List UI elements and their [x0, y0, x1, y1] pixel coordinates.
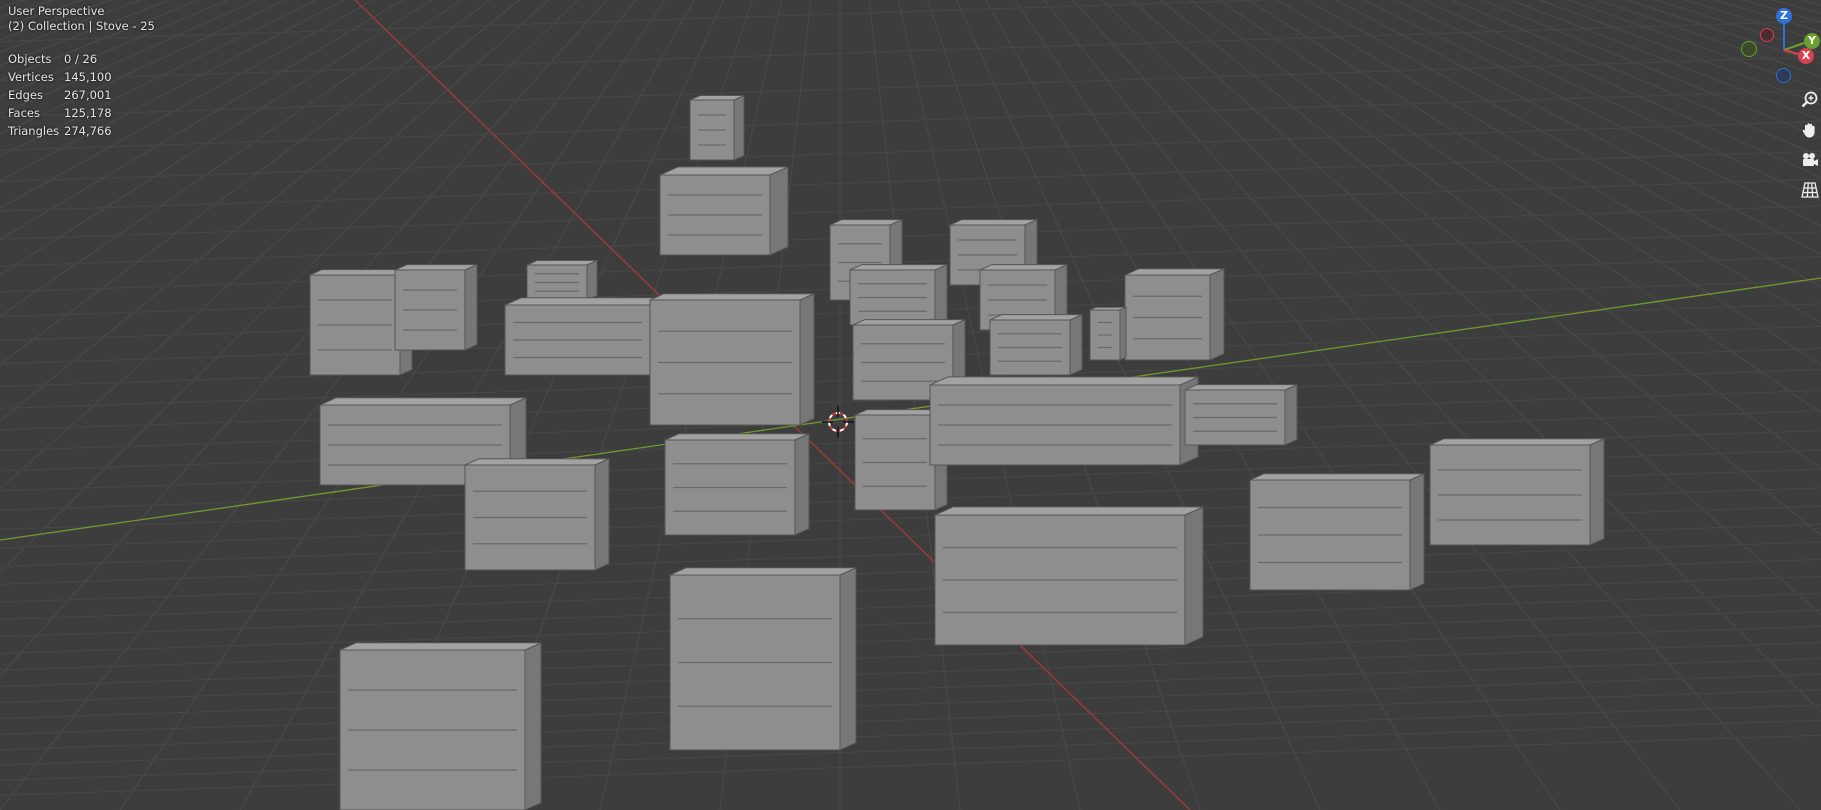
stove-object[interactable] — [689, 94, 745, 161]
stove-object[interactable] — [649, 292, 815, 426]
stove-object[interactable] — [669, 567, 857, 751]
stat-value: 125,178 — [64, 105, 112, 120]
floor-grid — [0, 0, 1821, 810]
stove-object[interactable] — [929, 376, 1199, 466]
collection-line: (2) Collection | Stove - 25 — [8, 19, 155, 33]
stove-object[interactable] — [989, 313, 1083, 376]
3d-cursor-icon[interactable] — [822, 406, 854, 438]
navigation-gizmo[interactable]: Z Y X — [1738, 6, 1820, 86]
gizmo-neg-x-axis[interactable] — [1760, 28, 1774, 42]
stat-value: 0 / 26 — [64, 51, 98, 66]
stove-object[interactable] — [1184, 383, 1298, 446]
gizmo-neg-z-axis[interactable] — [1776, 68, 1791, 83]
stove-object[interactable] — [1089, 306, 1127, 361]
stat-label: Vertices — [8, 69, 54, 84]
view-name: User Perspective — [8, 4, 105, 18]
stat-value: 267,001 — [64, 87, 112, 102]
stat-value: 145,100 — [64, 69, 112, 84]
stat-row-objects: Objects 0 / 26 — [8, 50, 112, 68]
hand-pan-icon[interactable] — [1797, 117, 1821, 143]
scene-statistics: Objects 0 / 26 Vertices 145,100 Edges 267,0… — [8, 50, 112, 140]
3d-viewport[interactable]: User Perspective (2) Collection | Stove … — [0, 0, 1821, 810]
gizmo-z-axis[interactable]: Z — [1776, 8, 1792, 24]
gizmo-y-axis[interactable]: Y — [1804, 33, 1820, 49]
stove-object[interactable] — [659, 166, 789, 256]
view-info: User Perspective (2) Collection | Stove … — [8, 4, 155, 34]
stove-object[interactable] — [394, 263, 478, 351]
stove-object[interactable] — [464, 457, 610, 571]
stove-object[interactable] — [1429, 437, 1605, 546]
stove-object[interactable] — [504, 297, 667, 376]
stove-object[interactable] — [849, 263, 948, 326]
stat-label: Faces — [8, 105, 40, 120]
stat-row-edges: Edges 267,001 — [8, 86, 112, 104]
gizmo-neg-y-axis[interactable] — [1741, 41, 1757, 57]
gizmo-x-axis[interactable]: X — [1798, 48, 1814, 64]
stove-object[interactable] — [526, 259, 598, 301]
stove-object[interactable] — [664, 432, 810, 536]
stat-row-triangles: Triangles 274,766 — [8, 122, 112, 140]
stat-row-faces: Faces 125,178 — [8, 104, 112, 122]
stat-label: Objects — [8, 51, 52, 66]
grid-ortho-icon[interactable] — [1797, 177, 1821, 203]
camera-icon[interactable] — [1797, 147, 1821, 173]
stove-object[interactable] — [934, 506, 1204, 646]
stat-label: Edges — [8, 87, 43, 102]
stat-label: Triangles — [8, 123, 60, 138]
zoom-icon[interactable] — [1797, 87, 1821, 113]
stat-row-vertices: Vertices 145,100 — [8, 68, 112, 86]
stat-value: 274,766 — [64, 123, 112, 138]
scene-canvas[interactable] — [0, 0, 1821, 810]
stove-object[interactable] — [1124, 267, 1225, 361]
stove-object[interactable] — [1249, 472, 1425, 591]
stove-object[interactable] — [339, 642, 542, 810]
